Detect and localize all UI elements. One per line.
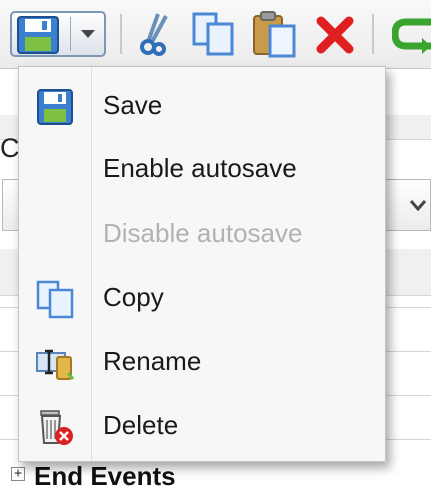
menu-item-label: Disable autosave xyxy=(103,218,303,248)
chevron-down-icon[interactable] xyxy=(409,198,427,216)
trash-delete-icon xyxy=(35,407,75,447)
menu-item-label: Copy xyxy=(103,282,164,312)
floppy-disk-icon xyxy=(35,87,75,127)
save-split-button[interactable] xyxy=(10,11,106,57)
save-dropdown-menu: Save Enable autosave Disable autosave Co… xyxy=(18,66,386,462)
chevron-down-icon[interactable] xyxy=(80,27,96,45)
menu-item-label: Enable autosave xyxy=(103,153,297,183)
menu-item-label: Save xyxy=(103,90,163,120)
copy-icon xyxy=(35,279,75,319)
delete-x-icon[interactable] xyxy=(316,16,354,59)
rename-icon xyxy=(35,343,75,383)
menu-item-rename[interactable]: Rename xyxy=(19,332,385,392)
menu-item-enable-autosave[interactable]: Enable autosave xyxy=(19,139,385,199)
menu-item-label: Rename xyxy=(103,346,202,376)
paste-icon[interactable] xyxy=(252,10,298,63)
menu-item-delete[interactable]: Delete xyxy=(19,396,385,456)
menu-item-save[interactable]: Save xyxy=(19,76,385,136)
redo-arrow-icon[interactable] xyxy=(391,16,431,59)
scissors-icon[interactable] xyxy=(138,12,172,61)
toolbar xyxy=(0,0,431,69)
tree-expand-toggle[interactable]: + xyxy=(11,467,25,481)
menu-item-copy[interactable]: Copy xyxy=(19,268,385,328)
tree-node-label[interactable]: End Events xyxy=(34,461,176,492)
background-text: C xyxy=(0,133,20,163)
menu-item-label: Delete xyxy=(103,410,179,440)
floppy-disk-icon[interactable] xyxy=(17,16,59,59)
menu-item-disable-autosave: Disable autosave xyxy=(19,204,385,264)
copy-icon[interactable] xyxy=(192,12,236,61)
